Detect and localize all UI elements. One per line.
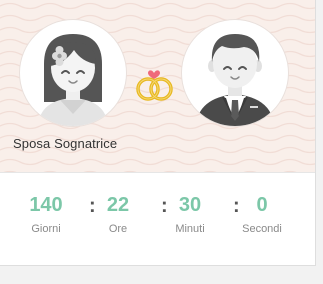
- minutes-label: Minuti: [175, 223, 205, 235]
- countdown-timer: 140 Giorni : 22 Ore : 30 Minuti : 0 Seco…: [0, 188, 315, 248]
- divider: [0, 172, 315, 173]
- groom-avatar: [182, 20, 288, 126]
- minutes-value: 30: [178, 194, 202, 216]
- bride-avatar: [20, 20, 126, 126]
- hours-value: 22: [106, 194, 130, 216]
- days-value: 140: [29, 194, 63, 216]
- couple-banner: Sposa Sognatrice: [0, 0, 315, 172]
- seconds-label: Secondi: [242, 223, 282, 235]
- groom-avatar-icon: [196, 34, 274, 126]
- countdown-minutes: 30 Minuti: [160, 188, 220, 236]
- bride-name: Sposa Sognatrice: [13, 136, 118, 151]
- countdown-hours: 22 Ore: [88, 188, 148, 236]
- wedding-countdown-widget: Sposa Sognatrice 140 Giorni : 22 Ore : 3…: [0, 0, 316, 266]
- seconds-value: 0: [256, 194, 268, 216]
- hours-label: Ore: [108, 223, 128, 235]
- bride-avatar-icon: [38, 34, 108, 126]
- wedding-rings-icon: [136, 70, 173, 101]
- countdown-days: 140 Giorni: [16, 188, 76, 236]
- days-label: Giorni: [31, 223, 61, 235]
- countdown-seconds: 0 Secondi: [232, 188, 292, 236]
